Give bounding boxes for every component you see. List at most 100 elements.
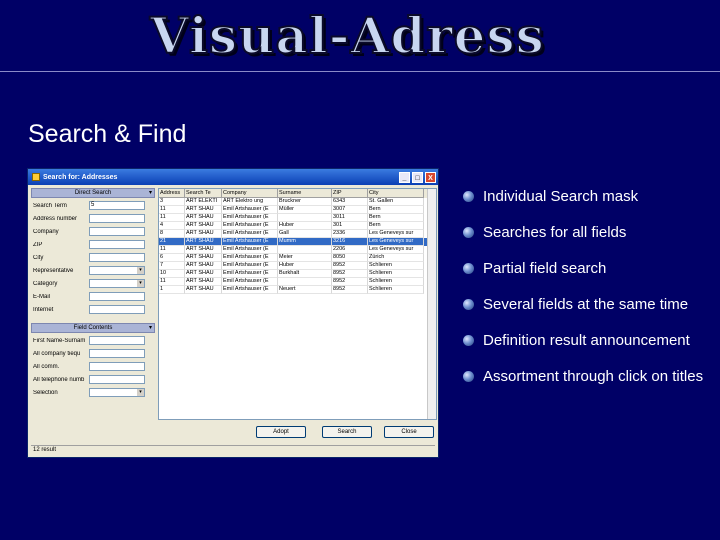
table-row[interactable]: 10 ART SHAU Emil Artshauser (E Burkhalt 8952… [159, 270, 436, 278]
form-row: All comm. [31, 361, 155, 372]
table-cell: Müller [278, 206, 332, 214]
table-scrollbar[interactable] [427, 189, 436, 419]
table-cell: 1 [159, 286, 185, 294]
table-cell: Emil Artshauser (E [222, 230, 278, 238]
bullet-icon [463, 190, 474, 202]
field-input[interactable] [89, 362, 145, 371]
table-row[interactable]: 11 ART SHAU Emil Artshauser (E 3011 Bern [159, 214, 436, 222]
field-input[interactable] [89, 253, 145, 262]
field-input[interactable] [89, 305, 145, 314]
column-header[interactable]: Surname [278, 189, 332, 198]
column-header[interactable]: Search Te [185, 189, 222, 198]
table-cell: Les Geneveys sur [368, 246, 424, 254]
table-cell: 3007 [332, 206, 368, 214]
table-cell: Emil Artshauser (E [222, 214, 278, 222]
table-cell: 11 [159, 214, 185, 222]
field-input[interactable] [89, 349, 145, 358]
form-row: Category ▾ [31, 278, 155, 289]
column-header[interactable]: City [368, 189, 424, 198]
table-cell: 2336 [332, 230, 368, 238]
maximize-button[interactable]: □ [412, 171, 423, 183]
field-input[interactable]: ▾ [89, 388, 145, 397]
table-cell: Les Geneveys sur [368, 238, 424, 246]
field-label: First Name-Surnam [33, 337, 86, 344]
table-cell: Bern [368, 222, 424, 230]
table-cell: ART SHAU [185, 230, 222, 238]
table-row[interactable]: 8 ART SHAU Emil Artshauser (E Gall 2336 Les G… [159, 230, 436, 238]
field-input[interactable] [89, 227, 145, 236]
table-row[interactable]: 6 ART SHAU Emil Artshauser (E Meier 8050 Züri… [159, 254, 436, 262]
collapse-icon[interactable]: ▾ [149, 324, 152, 332]
field-contents-header[interactable]: Field Contents ▾ [31, 323, 155, 333]
minimize-button[interactable]: _ [399, 171, 410, 183]
dropdown-icon[interactable]: ▾ [137, 389, 144, 396]
form-row: ZIP [31, 239, 155, 250]
table-cell: ART SHAU [185, 238, 222, 246]
table-cell: ART SHAU [185, 246, 222, 254]
field-input[interactable]: ▾ [89, 279, 145, 288]
field-value: 5 [91, 202, 95, 208]
field-input[interactable] [89, 375, 145, 384]
table-row[interactable]: 11 ART SHAU Emil Artshauser (E Müller 3007 Be… [159, 206, 436, 214]
table-cell: Zürich [368, 254, 424, 262]
adopt-button[interactable]: Adopt [256, 426, 306, 438]
column-header[interactable]: ZIP [332, 189, 368, 198]
table-row[interactable]: 4 ART SHAU Emil Artshauser (E Huber 301 Bern [159, 222, 436, 230]
table-row[interactable]: 11 ART SHAU Emil Artshauser (E 8952 Schliere… [159, 278, 436, 286]
feature-text: Assortment through click on titles [483, 367, 704, 385]
table-cell: Emil Artshauser (E [222, 286, 278, 294]
dropdown-icon[interactable]: ▾ [137, 267, 144, 274]
table-cell: 2206 [332, 246, 368, 254]
field-label: Category [33, 280, 58, 287]
table-cell: Emil Artshauser (E [222, 262, 278, 270]
field-input[interactable]: ▾ [89, 266, 145, 275]
table-cell: Gall [278, 230, 332, 238]
bullet-icon [463, 226, 474, 238]
dropdown-icon[interactable]: ▾ [137, 280, 144, 287]
field-label: Company [33, 228, 59, 235]
table-cell: 10 [159, 270, 185, 278]
table-cell: 8952 [332, 262, 368, 270]
search-button[interactable]: Search [322, 426, 372, 438]
table-cell: 3 [159, 198, 185, 206]
table-cell: ART Elektro ung [222, 198, 278, 206]
table-cell: Schlieren [368, 270, 424, 278]
direct-search-header[interactable]: Direct Search ▾ [31, 188, 155, 198]
table-cell: 21 [159, 238, 185, 246]
table-cell: Neuert [278, 286, 332, 294]
table-cell: Schlieren [368, 286, 424, 294]
field-label: Search Term [33, 202, 67, 209]
column-header[interactable]: Address [159, 189, 185, 198]
bullet-icon [463, 370, 474, 382]
field-input[interactable] [89, 292, 145, 301]
form-row: Representative ▾ [31, 265, 155, 276]
field-input[interactable] [89, 336, 145, 345]
form-row: All company tiequ [31, 348, 155, 359]
table-cell: 4 [159, 222, 185, 230]
window-titlebar[interactable]: Search for: Addresses _ □ X [28, 169, 438, 185]
table-cell: Bern [368, 214, 424, 222]
table-row[interactable]: 3 ART ELEKTI ART Elektro ung Bruckner 6343 St… [159, 198, 436, 206]
table-cell: Schlieren [368, 278, 424, 286]
table-row[interactable]: 1 ART SHAU Emil Artshauser (E Neuert 8952 Sch… [159, 286, 436, 294]
window-app-icon [32, 173, 40, 181]
field-input[interactable] [89, 240, 145, 249]
table-row[interactable]: 7 ART SHAU Emil Artshauser (E Huber 8952 Schl… [159, 262, 436, 270]
close-button[interactable]: Close [384, 426, 434, 438]
feature-item: Several fields at the same time [463, 286, 703, 322]
field-input[interactable] [89, 214, 145, 223]
feature-text: Partial field search [483, 259, 607, 277]
table-cell: ART SHAU [185, 222, 222, 230]
form-row: Address number [31, 213, 155, 224]
visual-adress-logo: Visual-Adress [149, 5, 545, 66]
table-row[interactable]: 11 ART SHAU Emil Artshauser (E 2206 Les Gene… [159, 246, 436, 254]
form-row: Company [31, 226, 155, 237]
close-window-button[interactable]: X [425, 171, 436, 183]
table-row[interactable]: 21 ART SHAU Emil Artshauser (E Mumm 3216 Les … [159, 238, 436, 246]
collapse-icon[interactable]: ▾ [149, 189, 152, 197]
table-cell: 3216 [332, 238, 368, 246]
field-input[interactable]: 5 [89, 201, 145, 210]
direct-search-header-label: Direct Search [74, 190, 112, 196]
column-header[interactable]: Company [222, 189, 278, 198]
table-cell: 301 [332, 222, 368, 230]
